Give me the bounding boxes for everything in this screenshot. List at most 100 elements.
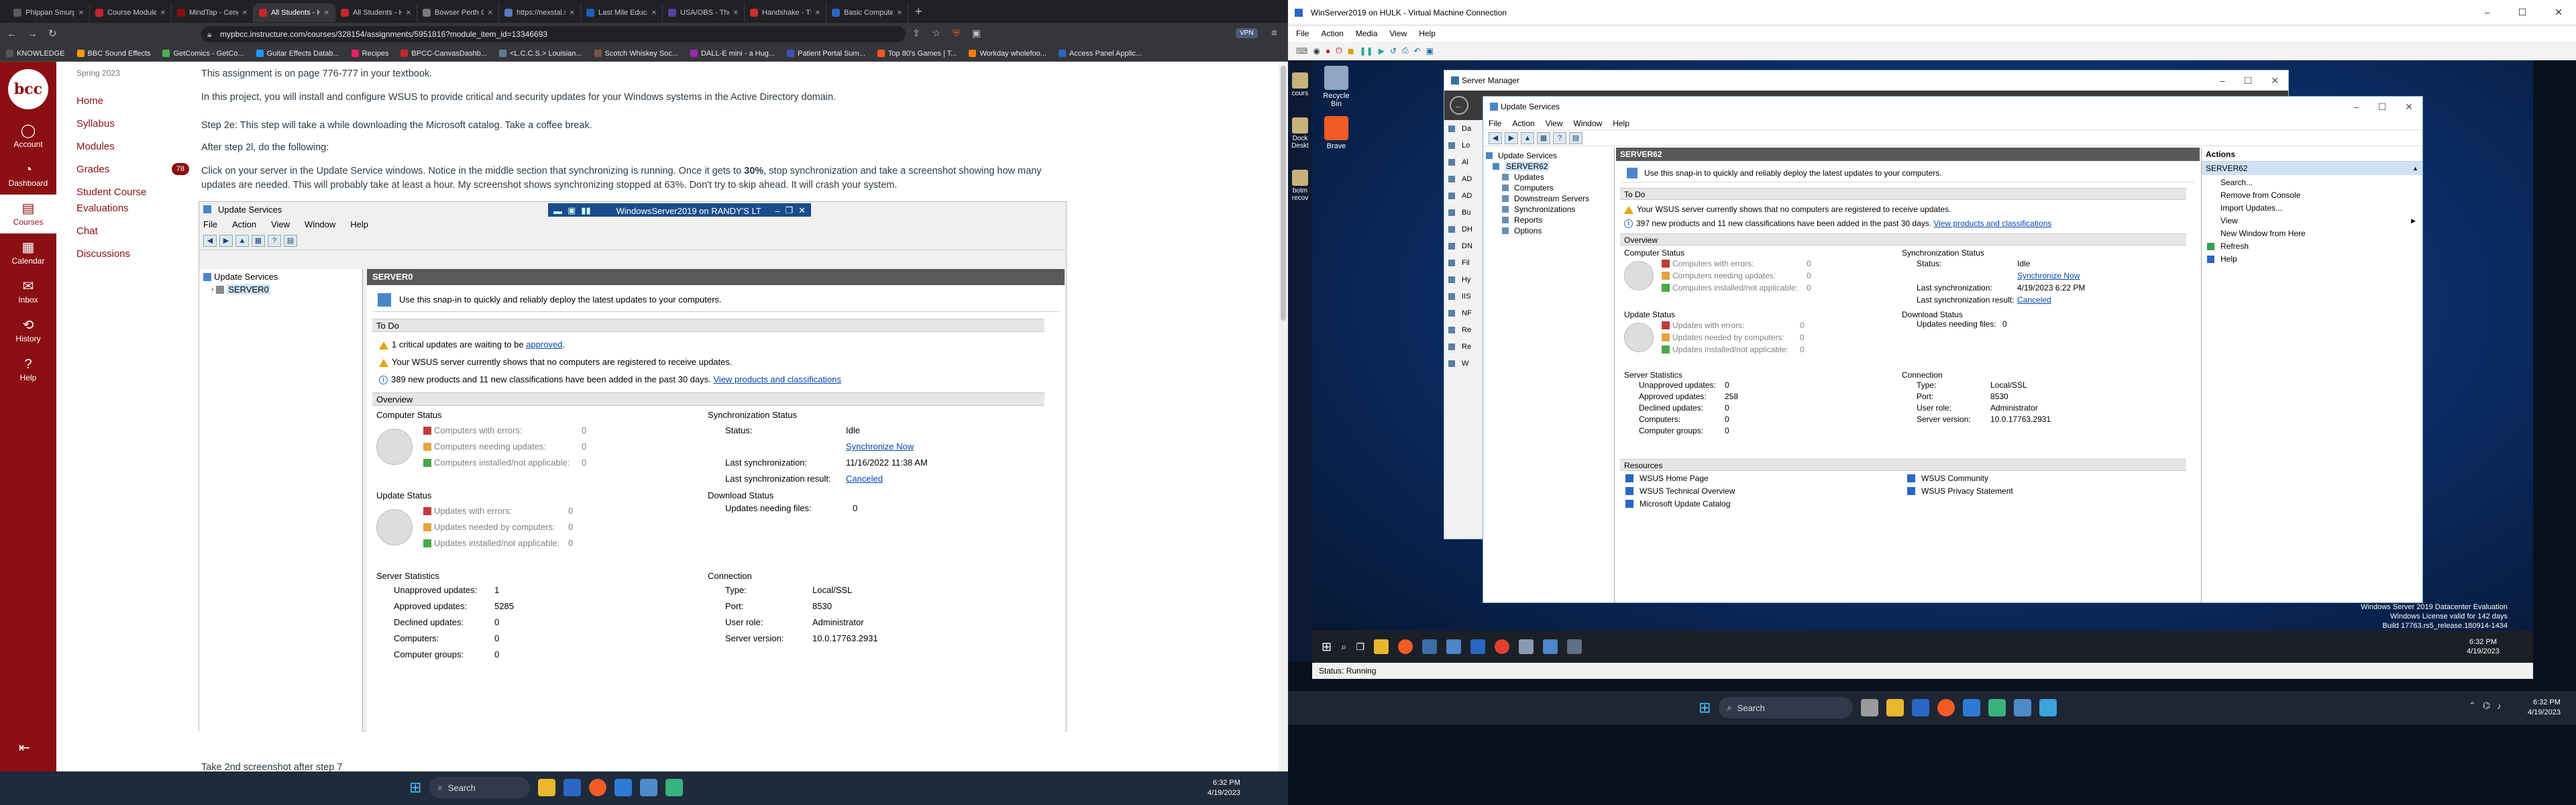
sync-link[interactable]: Synchronize Now: [846, 439, 914, 455]
sm-sidebar-item[interactable]: Fil: [1444, 254, 1483, 271]
task-view-icon[interactable]: [1861, 699, 1879, 716]
app-icon[interactable]: [2014, 699, 2032, 716]
sm-sidebar-item[interactable]: DN: [1444, 237, 1483, 254]
left-clock[interactable]: 6:32 PM 4/19/2023: [1208, 778, 1240, 798]
bookmark-item[interactable]: Workday wholefoo...: [963, 46, 1052, 62]
browser-tab[interactable]: Basic Computer Sk ✕: [826, 3, 908, 22]
us-menu-item[interactable]: View: [1546, 119, 1563, 128]
close-tab-icon[interactable]: ✕: [406, 9, 411, 17]
sm-sidebar-item[interactable]: Re: [1444, 338, 1483, 355]
minimize-icon[interactable]: –: [2220, 75, 2225, 87]
sm-sidebar-item[interactable]: Al: [1444, 154, 1483, 170]
brave-icon[interactable]: [1937, 699, 1955, 716]
resource-link[interactable]: WSUS Privacy Statement: [1907, 486, 2013, 496]
bookmark-item[interactable]: BBC Sound Effects: [71, 46, 157, 62]
partial-desktop-icon[interactable]: Dock Deskt: [1288, 117, 1312, 150]
back-icon[interactable]: ◀: [1489, 131, 1502, 144]
terminal-icon[interactable]: [640, 779, 658, 796]
start-icon[interactable]: ⊞: [1699, 699, 1711, 716]
vm-menu-item[interactable]: Action: [1321, 29, 1343, 38]
app-icon[interactable]: [1543, 639, 1558, 654]
sm-sidebar-item[interactable]: NF: [1444, 305, 1483, 321]
resource-link[interactable]: WSUS Technical Overview: [1625, 486, 1735, 496]
bookmark-item[interactable]: BPCC-CanvasDashb...: [394, 46, 493, 62]
vm-clock[interactable]: 6:32 PM 4/19/2023: [2467, 637, 2500, 656]
browser-tab[interactable]: All Students - Hamb ✕: [335, 3, 417, 22]
brave-icon[interactable]: [589, 779, 607, 796]
action-item[interactable]: Import Updates...: [2202, 202, 2422, 215]
course-nav-item[interactable]: Modules: [56, 136, 197, 158]
close-tab-icon[interactable]: ✕: [488, 9, 493, 17]
us-menu-item[interactable]: Action: [1512, 119, 1534, 128]
resource-link[interactable]: WSUS Community: [1907, 474, 1988, 483]
action-item[interactable]: Search...: [2202, 176, 2422, 189]
maximize-icon[interactable]: ☐: [2518, 7, 2527, 18]
file-explorer-icon[interactable]: [538, 779, 556, 796]
update-services-taskbar-icon[interactable]: [1567, 639, 1582, 654]
us-menu-item[interactable]: Help: [1613, 119, 1629, 128]
action-item[interactable]: Help: [2202, 253, 2422, 266]
sm-sidebar-item[interactable]: AD: [1444, 170, 1483, 187]
reset-icon[interactable]: ↺: [1390, 46, 1397, 56]
minimize-icon[interactable]: –: [2354, 101, 2359, 113]
close-tab-icon[interactable]: ✕: [242, 9, 248, 17]
start-vm-icon[interactable]: ◉: [1313, 46, 1320, 56]
bookmark-item[interactable]: DALL-E mini - a Hug...: [684, 46, 781, 62]
maximize-icon[interactable]: ☐: [2244, 75, 2253, 87]
bookmark-item[interactable]: KNOWLEDGE: [0, 46, 71, 62]
action-item[interactable]: Refresh: [2202, 240, 2422, 253]
back-icon[interactable]: ←: [1450, 96, 1468, 115]
up-icon[interactable]: ▲: [1521, 131, 1534, 144]
brave-shield-icon[interactable]: ⛨: [953, 28, 960, 39]
shutdown-icon[interactable]: ⏻: [1336, 46, 1342, 56]
tree-node[interactable]: Reports: [1486, 215, 1611, 225]
volume-icon[interactable]: ♪: [2497, 701, 2502, 711]
browser-tab[interactable]: Last Mile Education ✕: [581, 3, 663, 22]
maximize-icon[interactable]: ☐: [2378, 101, 2387, 113]
network-icon[interactable]: ⌬: [2483, 700, 2490, 711]
sm-sidebar-item[interactable]: IIS: [1444, 288, 1483, 305]
server-manager-icon[interactable]: [1422, 639, 1438, 654]
bookmark-item[interactable]: Top 80's Games | T...: [871, 46, 963, 62]
task-view-icon[interactable]: ❐: [1356, 641, 1365, 653]
global-nav-help[interactable]: ? Help: [0, 350, 56, 389]
close-tab-icon[interactable]: ✕: [897, 9, 902, 17]
taskbar-search[interactable]: ⌕ Search: [1719, 697, 1854, 718]
ctrl-alt-del-icon[interactable]: ⌨: [1296, 46, 1307, 56]
tree-icon[interactable]: ▦: [1537, 131, 1550, 144]
vm-menu-item[interactable]: View: [1389, 29, 1407, 38]
sync-link[interactable]: Canceled: [846, 471, 883, 487]
bookmark-item[interactable]: Access Panel Applic...: [1053, 46, 1148, 62]
app-icon[interactable]: [1446, 639, 1462, 654]
close-tab-icon[interactable]: ✕: [651, 9, 657, 17]
pause-icon[interactable]: ❚❚: [1360, 46, 1373, 56]
course-nav-item[interactable]: Syllabus: [56, 113, 197, 136]
close-tab-icon[interactable]: ✕: [570, 9, 575, 17]
sm-sidebar-item[interactable]: Hy: [1444, 271, 1483, 288]
tree-node[interactable]: SERVER62: [1486, 161, 1611, 172]
bookmark-item[interactable]: Recipes: [345, 46, 395, 62]
action-item[interactable]: Remove from Console: [2202, 189, 2422, 202]
menu-icon[interactable]: ≡: [1271, 28, 1277, 39]
global-nav-calendar[interactable]: ▦ Calendar: [0, 233, 56, 272]
course-nav-item[interactable]: Grades 78: [56, 158, 197, 181]
close-tab-icon[interactable]: ✕: [78, 9, 84, 17]
tree-node[interactable]: Downstream Servers: [1486, 193, 1611, 204]
browser-tab[interactable]: Bowser Perth Co ✕: [417, 3, 499, 22]
app-icon[interactable]: [1470, 639, 1486, 654]
enhanced-session-icon[interactable]: ▣: [1426, 46, 1434, 56]
us-menu-item[interactable]: File: [1489, 119, 1501, 128]
vm-menu-item[interactable]: Help: [1419, 29, 1436, 38]
forward-icon[interactable]: →: [28, 28, 38, 40]
global-nav-dashboard[interactable]: ◔ Dashboard: [0, 156, 56, 195]
browser-tab[interactable]: MindTap - Cengage ✕: [172, 3, 254, 22]
close-icon[interactable]: ✕: [2271, 75, 2279, 87]
sync-link[interactable]: Canceled: [2017, 294, 2051, 306]
browser-tab[interactable]: All Students - Ha ✕: [254, 3, 335, 22]
global-nav-account[interactable]: ◯ Account: [0, 117, 56, 156]
sm-sidebar-item[interactable]: AD: [1444, 187, 1483, 204]
forward-icon[interactable]: ▶: [1505, 131, 1518, 144]
recycle-bin-icon[interactable]: Recycle Bin: [1318, 66, 1355, 108]
tree-node[interactable]: Update Services: [1486, 150, 1611, 161]
vpn-badge[interactable]: VPN: [1236, 28, 1258, 38]
